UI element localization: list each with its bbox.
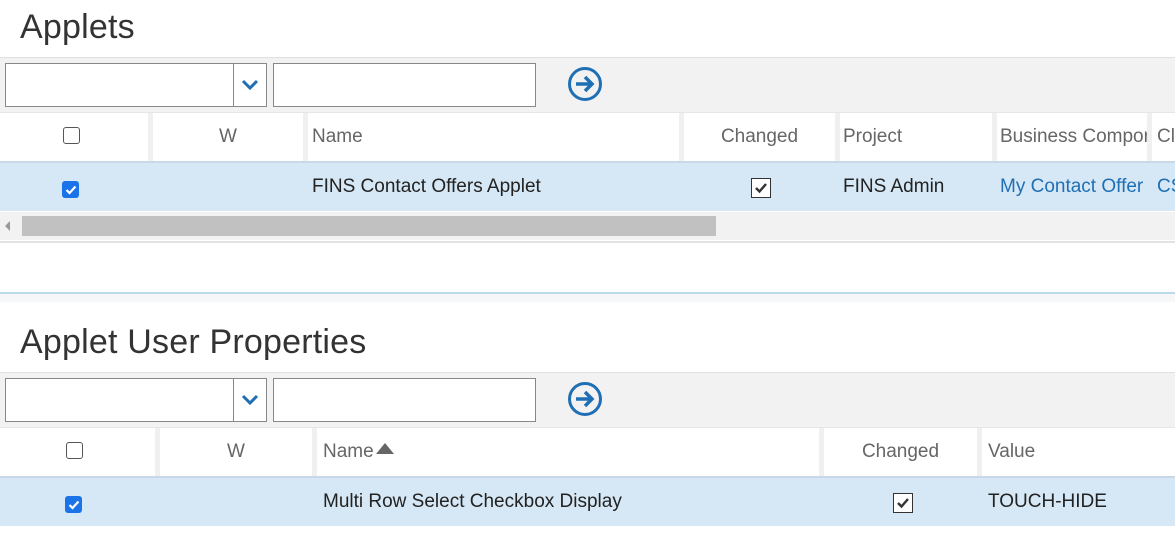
row-name-cell[interactable]: Multi Row Select Checkbox Display xyxy=(323,478,818,526)
row-changed-checkbox xyxy=(893,493,913,513)
chevron-down-icon[interactable] xyxy=(234,64,266,106)
aup-go-button[interactable] xyxy=(567,381,603,422)
row-name-cell[interactable]: FINS Contact Offers Applet xyxy=(312,163,682,211)
table-row[interactable]: Multi Row Select Checkbox Display TOUCH-… xyxy=(0,476,1175,526)
applets-select-all-checkbox[interactable] xyxy=(63,127,80,144)
applets-horizontal-scrollbar[interactable] xyxy=(0,212,1175,240)
row-select-checkbox[interactable] xyxy=(65,496,82,513)
arrow-right-circle-icon xyxy=(567,381,603,422)
row-w-cell xyxy=(159,163,299,211)
aup-select-all-checkbox[interactable] xyxy=(66,442,83,459)
applets-title: Applets xyxy=(20,8,135,46)
row-changed-checkbox xyxy=(751,178,771,198)
aup-col-name[interactable]: Name xyxy=(317,428,824,476)
aup-header-row: W Name Changed Value xyxy=(0,427,1175,476)
aup-col-changed[interactable]: Changed xyxy=(824,428,982,476)
applets-search-toolbar xyxy=(0,57,1175,114)
applets-go-button[interactable] xyxy=(567,66,603,107)
row-select-checkbox[interactable] xyxy=(62,181,79,198)
row-project-cell[interactable]: FINS Admin xyxy=(843,163,993,211)
aup-select-all-cell xyxy=(0,428,160,476)
applets-col-w[interactable]: W xyxy=(153,113,308,161)
sort-ascending-icon xyxy=(375,443,394,455)
applets-col-name[interactable]: Name xyxy=(306,113,684,161)
applets-select-all-cell xyxy=(0,113,153,161)
scrollbar-thumb[interactable] xyxy=(22,216,716,236)
applets-search-input[interactable] xyxy=(273,63,536,107)
aup-search-field-select[interactable] xyxy=(5,378,267,422)
scroll-left-icon[interactable] xyxy=(5,221,10,231)
aup-search-input[interactable] xyxy=(273,378,536,422)
applets-col-changed[interactable]: Changed xyxy=(684,113,840,161)
applets-col-business-component[interactable]: Business Compor xyxy=(994,113,1152,161)
applets-search-field-select[interactable] xyxy=(5,63,267,107)
table-row[interactable]: FINS Contact Offers Applet FINS Admin My… xyxy=(0,161,1175,211)
row-value-cell[interactable]: TOUCH-HIDE xyxy=(988,478,1173,526)
row-class-link[interactable]: CS xyxy=(1157,163,1175,211)
arrow-right-circle-icon xyxy=(567,66,603,107)
row-business-component-link[interactable]: My Contact Offer xyxy=(1000,163,1150,211)
row-w-cell xyxy=(166,478,311,526)
applets-col-class[interactable]: Cl xyxy=(1151,113,1175,161)
applets-col-project[interactable]: Project xyxy=(837,113,997,161)
aup-col-w[interactable]: W xyxy=(160,428,317,476)
applet-user-properties-title: Applet User Properties xyxy=(20,323,367,361)
applets-header-row: W Name Changed Project Business Compor C… xyxy=(0,112,1175,161)
aup-search-toolbar xyxy=(0,372,1175,429)
chevron-down-icon[interactable] xyxy=(234,379,266,421)
aup-col-value[interactable]: Value xyxy=(982,428,1175,476)
